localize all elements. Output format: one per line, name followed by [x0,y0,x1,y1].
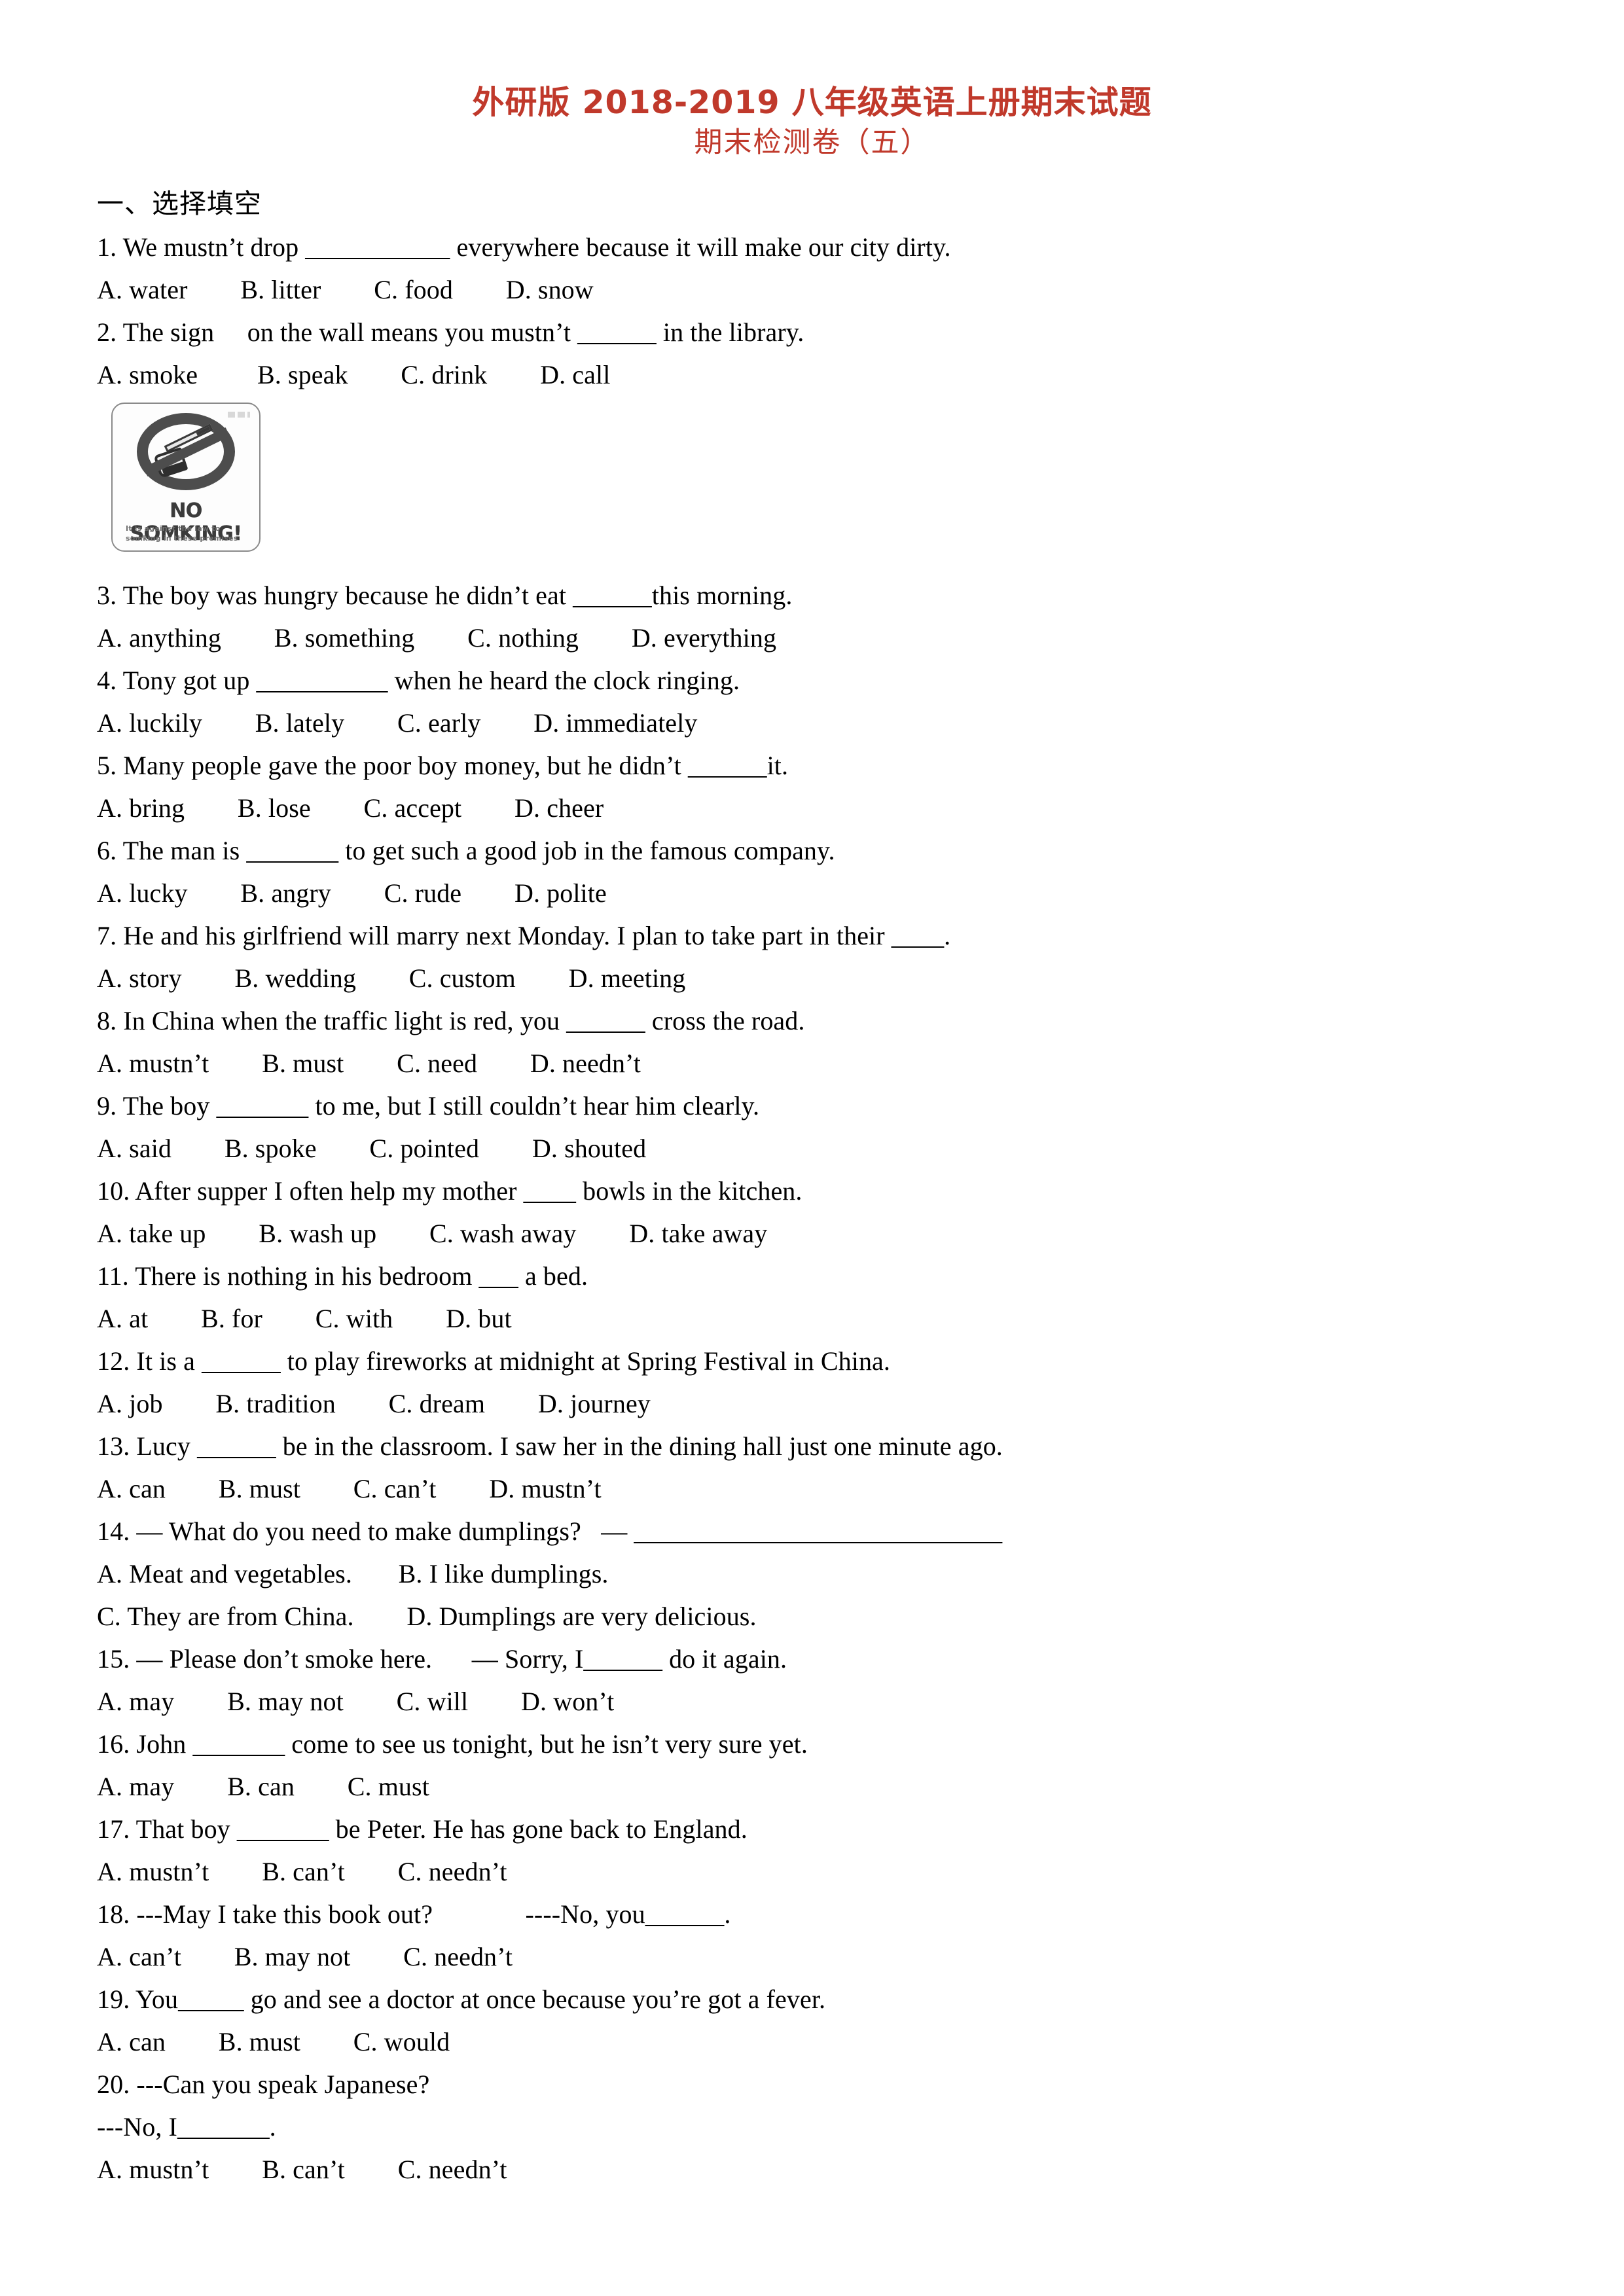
question-options: A. smoke B. speak C. drink D. call [97,360,611,390]
sign-subtext: It is against the law to somking in thes… [126,524,249,543]
question-options: A. can B. must C. would [97,2027,450,2057]
question-options: A. may B. may not C. will D. won’t [97,1687,615,1717]
question-options: A. job B. tradition C. dream D. journey [97,1389,651,1419]
question-stem: 20. ---Can you speak Japanese? [97,2070,430,2100]
question-options: A. bring B. lose C. accept D. cheer [97,793,604,823]
question-stem: 17. That boy _______ be Peter. He has go… [97,1814,748,1844]
question-stem: 16. John _______ come to see us tonight,… [97,1729,808,1759]
question-stem: 6. The man is _______ to get such a good… [97,836,835,866]
question-options: A. anything B. something C. nothing D. e… [97,623,777,653]
exam-content: 一、选择填空 1. We mustn’t drop ___________ ev… [97,185,1530,2191]
question-stem: 4. Tony got up __________ when he heard … [97,666,740,696]
question-stem: 14. — What do you need to make dumplings… [97,1516,1003,1547]
question-options: A. said B. spoke C. pointed D. shouted [97,1134,647,1164]
question-stem: 3. The boy was hungry because he didn’t … [97,581,793,611]
question-options: A. mustn’t B. can’t C. needn’t [97,1857,507,1887]
question-stem: 1. We mustn’t drop ___________ everywher… [97,232,951,262]
question-options: A. water B. litter C. food D. snow [97,275,594,305]
section-heading-1: 一、选择填空 [97,188,262,219]
page-subtitle: 期末检测卷（五） [694,127,930,158]
question-stem: 13. Lucy ______ be in the classroom. I s… [97,1431,1003,1462]
question-stem: 12. It is a ______ to play fireworks at … [97,1346,891,1376]
question-options: A. Meat and vegetables. B. I like dumpli… [97,1559,609,1589]
sign-subtext-line1: It is against the law to [126,524,221,533]
question-stem: 10. After supper I often help my mother … [97,1176,803,1206]
question-stem: 5. Many people gave the poor boy money, … [97,751,789,781]
question-options: A. story B. wedding C. custom D. meeting [97,963,686,994]
question-stem-second-row: ---No, I_______. [97,2112,276,2142]
question-options-second-row: C. They are from China. D. Dumplings are… [97,1602,757,1632]
question-options: A. mustn’t B. must C. need D. needn’t [97,1049,641,1079]
question-stem: 11. There is nothing in his bedroom ___ … [97,1261,588,1291]
no-smoking-symbol-icon [137,413,235,491]
question-options: A. at B. for C. with D. but [97,1304,512,1334]
title-block: 外研版 2018-2019 八年级英语上册期末试题 期末检测卷（五） [0,0,1624,161]
question-options: A. luckily B. lately C. early D. immedia… [97,708,698,738]
question-stem: 9. The boy _______ to me, but I still co… [97,1091,760,1121]
question-stem: 8. In China when the traffic light is re… [97,1006,805,1036]
question-stem: 2. The sign on the wall means you mustn’… [97,317,804,348]
question-options: A. can’t B. may not C. needn’t [97,1942,513,1972]
question-options: A. lucky B. angry C. rude D. polite [97,878,607,908]
question-options: A. take up B. wash up C. wash away D. ta… [97,1219,768,1249]
exam-page: 外研版 2018-2019 八年级英语上册期末试题 期末检测卷（五） 一、选择填… [0,0,1624,2296]
page-title: 外研版 2018-2019 八年级英语上册期末试题 [472,84,1152,121]
no-smoking-sign: NO SOMKING! It is against the law to som… [111,403,261,552]
question-stem: 19. You_____ go and see a doctor at once… [97,1984,826,2015]
sign-subtext-line2: somking in these premises [126,534,238,543]
question-stem: 15. — Please don’t smoke here. — Sorry, … [97,1644,787,1674]
question-options: A. may B. can C. must [97,1772,429,1802]
question-stem: 18. ---May I take this book out? ----No,… [97,1899,731,1929]
no-smoking-sign-figure: NO SOMKING! It is against the law to som… [111,403,1530,566]
question-stem: 7. He and his girlfriend will marry next… [97,921,951,951]
question-options: A. mustn’t B. can’t C. needn’t [97,2155,507,2185]
question-options: A. can B. must C. can’t D. mustn’t [97,1474,602,1504]
